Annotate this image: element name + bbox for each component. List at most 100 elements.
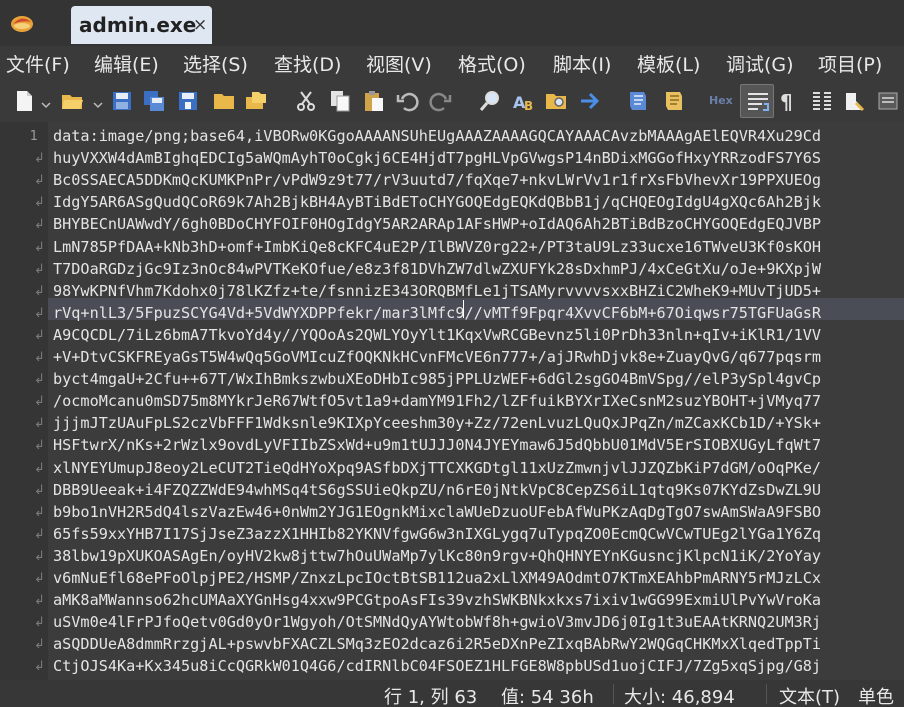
code-line[interactable]: A9CQCDL/7iLz6bmA7TkvoYd4y//YQOoAs2QWLYOy… <box>53 326 821 348</box>
app-logo-icon <box>10 12 34 34</box>
wrap-continuation-icon: ↲ <box>34 305 45 321</box>
highlight-icon[interactable] <box>842 89 866 113</box>
menu-script[interactable]: 脚本(I) <box>553 50 611 77</box>
tab-bar: admin.exe × <box>0 0 904 46</box>
find-icon[interactable] <box>478 89 502 113</box>
menu-edit[interactable]: 编辑(E) <box>94 50 159 77</box>
code-line[interactable]: Bc0SSAECA5DDKmQcKUMKPnPr/vPdW9z9t77/rV3u… <box>53 171 821 193</box>
folder-icon[interactable] <box>212 89 236 113</box>
menu-project[interactable]: 项目(P) <box>818 50 882 77</box>
word-wrap-icon <box>748 93 769 111</box>
wrap-continuation-icon: ↲ <box>34 394 45 410</box>
hex-mode-label[interactable]: Hex <box>709 94 733 107</box>
copy-icon[interactable] <box>328 89 352 113</box>
code-line[interactable]: BHYBECnUAWwdY/6gh0BDoCHYFOIF0HOgIdgY5AR2… <box>53 215 821 237</box>
wrap-continuation-icon: ↲ <box>34 482 45 498</box>
status-bar: 行 1, 列 63 值: 54 36h 大小: 46,894 文本(T) 单色 <box>0 680 904 707</box>
status-separator <box>613 684 614 704</box>
workspace-icon[interactable] <box>244 89 268 113</box>
replace-icon[interactable]: AB <box>512 89 536 113</box>
save-copy-icon[interactable] <box>176 89 200 113</box>
code-line[interactable]: byct4mgaU+2Cfu++67T/WxIhBmkszwbuXEoDHbIc… <box>53 370 821 392</box>
code-line[interactable]: b9bo1nVH2R5dQ4lszVazEw46+0nWm2YJG1EOgnkM… <box>53 503 821 525</box>
svg-text:¶: ¶ <box>780 90 793 113</box>
code-line[interactable]: xlNYEYUmupJ8eoy2LeCUT2TieQdHYoXpq9ASfbDX… <box>53 459 821 481</box>
tab-title: admin.exe <box>79 13 197 37</box>
menu-debug[interactable]: 调试(G) <box>726 50 794 77</box>
code-line[interactable]: huyVXXW4dAmBIghqEDCIg5aWQmAyhT0oCgkj6CE4… <box>53 149 821 171</box>
code-line[interactable]: CtjOJS4Ka+Kx345u8iCcQGRkW01Q4G6/cdIRNlbC… <box>53 657 821 679</box>
word-wrap-button[interactable] <box>740 84 774 118</box>
menu-template[interactable]: 模板(L) <box>637 50 700 77</box>
code-line[interactable]: data:image/png;base64,iVBORw0KGgoAAAANSU… <box>53 127 821 149</box>
wrap-continuation-icon: ↲ <box>34 239 45 255</box>
text-editor[interactable]: 1↲↲↲↲↲↲↲↲↲↲↲↲↲↲↲↲↲↲↲↲↲↲↲↲↲ data:image/pn… <box>0 122 904 680</box>
code-line[interactable]: HSFtwrX/nKs+2rWzlx9ovdLyVFIIbZSxWd+u9m1t… <box>53 436 821 458</box>
redo-icon[interactable] <box>428 89 452 113</box>
chevron-down-icon[interactable] <box>86 89 103 113</box>
new-file-icon[interactable] <box>12 89 36 113</box>
chevron-down-icon[interactable] <box>34 89 51 113</box>
wrap-continuation-icon: ↲ <box>34 438 45 454</box>
wrap-continuation-icon: ↲ <box>34 659 45 675</box>
wrap-continuation-icon: ↲ <box>34 504 45 520</box>
status-value[interactable]: 值: 54 36h <box>501 683 594 707</box>
wrap-continuation-icon: ↲ <box>34 151 45 167</box>
menu-select[interactable]: 选择(S) <box>183 50 248 77</box>
wrap-continuation-icon: ↲ <box>34 548 45 564</box>
text-caret <box>463 300 464 318</box>
cut-icon[interactable] <box>294 89 318 113</box>
find-in-files-icon[interactable] <box>544 89 568 113</box>
menu-format[interactable]: 格式(O) <box>458 50 526 77</box>
code-line[interactable]: /ocmoMcanu0mSD75m8MYkrJeR67WtfO5vt1a9+da… <box>53 392 821 414</box>
code-line[interactable]: aSQDDUeA8dmmRrzgjAL+pswvbFXACZLSMq3zEO2d… <box>53 635 821 657</box>
code-line[interactable]: LmN785PfDAA+kNb3hD+omf+ImbKiQe8cKFC4uE2P… <box>53 238 821 260</box>
wrap-continuation-icon: ↲ <box>34 217 45 233</box>
save-all-icon[interactable] <box>142 89 166 113</box>
status-separator <box>766 684 767 704</box>
menu-find[interactable]: 查找(D) <box>274 50 341 77</box>
status-mode[interactable]: 文本(T) <box>779 683 840 707</box>
status-size[interactable]: 大小: 46,894 <box>624 683 735 707</box>
wrap-continuation-icon: ↲ <box>34 460 45 476</box>
status-position[interactable]: 行 1, 列 63 <box>384 683 477 707</box>
open-folder-icon[interactable] <box>60 89 84 113</box>
code-line[interactable]: rVq+nlL3/5FpuzSCYG4Vd+5VdWYXDPPfekr/mar3… <box>53 304 821 326</box>
menu-bar: 文件(F) 编辑(E) 选择(S) 查找(D) 视图(V) 格式(O) 脚本(I… <box>0 46 904 80</box>
wrap-continuation-icon: ↲ <box>34 173 45 189</box>
columns-icon[interactable] <box>810 89 834 113</box>
undo-icon[interactable] <box>396 89 420 113</box>
code-line[interactable]: 65fs59xxYHB7I17SjJseZ3azzX1HHIb82YKNVfgw… <box>53 525 821 547</box>
line-number: 1 <box>29 129 38 144</box>
svg-text:B: B <box>524 99 533 113</box>
wrap-continuation-icon: ↲ <box>34 283 45 299</box>
code-line[interactable]: 98YwKPNfVhm7Kdohx0j78lKZfz+te/fsnnizE343… <box>53 282 821 304</box>
menu-file[interactable]: 文件(F) <box>6 50 70 77</box>
menu-view[interactable]: 视图(V) <box>366 50 432 77</box>
wrap-continuation-icon: ↲ <box>34 327 45 343</box>
status-extra[interactable]: 单色 <box>858 683 894 707</box>
goto-arrow-icon[interactable] <box>578 89 602 113</box>
code-line[interactable]: DBB9Ueeak+i4FZQZZWdE94whMSq4tS6gSSUieQkp… <box>53 481 821 503</box>
paste-icon[interactable] <box>362 89 386 113</box>
close-icon[interactable]: × <box>193 15 207 35</box>
code-line[interactable]: jjjmJTzUAuFpLS2czVbFFF1Wdksnle9KIXpYcees… <box>53 414 821 436</box>
code-line[interactable]: 38lbw19pXUKOASAgEn/oyHV2kw8jttw7hOuUWaMp… <box>53 547 821 569</box>
wrap-continuation-icon: ↲ <box>34 637 45 653</box>
wrap-continuation-icon: ↲ <box>34 416 45 432</box>
wrap-continuation-icon: ↲ <box>34 571 45 586</box>
save-icon[interactable] <box>110 89 134 113</box>
code-line[interactable]: T7DOaRGDzjGc9Iz3nOc84wPVTKeKOfue/e8z3f81… <box>53 260 821 282</box>
code-line[interactable]: uSVm0e4lFrPJfoQetv0Gd0yOr1Wgyoh/OtSMNdQy… <box>53 613 821 635</box>
code-line[interactable]: aMK8aMWannso62hcUMAaXYGnHsg4xxw9PCGtpoAs… <box>53 591 821 613</box>
code-line[interactable]: +V+DtvCSKFREyaGsT5W4wQq5GoVMIcuZfOQKNkHC… <box>53 348 821 370</box>
tab-admin-exe[interactable]: admin.exe × <box>71 6 212 44</box>
code-line[interactable]: v6mNuEfl68ePFoOlpjPE2/HSMP/ZnxzLpcIOctBt… <box>53 569 821 591</box>
line-number-gutter: 1↲↲↲↲↲↲↲↲↲↲↲↲↲↲↲↲↲↲↲↲↲↲↲↲↲ <box>0 122 48 680</box>
run-template-icon[interactable] <box>662 89 686 113</box>
wrap-continuation-icon: ↲ <box>34 372 45 388</box>
paragraph-mark-icon[interactable]: ¶ <box>776 89 800 113</box>
code-line[interactable]: IdgY5AR6ASgQudQCoR69k7Ah2BjkBH4AyBTiBdET… <box>53 193 821 215</box>
edit-as-icon[interactable] <box>876 89 900 113</box>
run-script-icon[interactable] <box>626 89 650 113</box>
